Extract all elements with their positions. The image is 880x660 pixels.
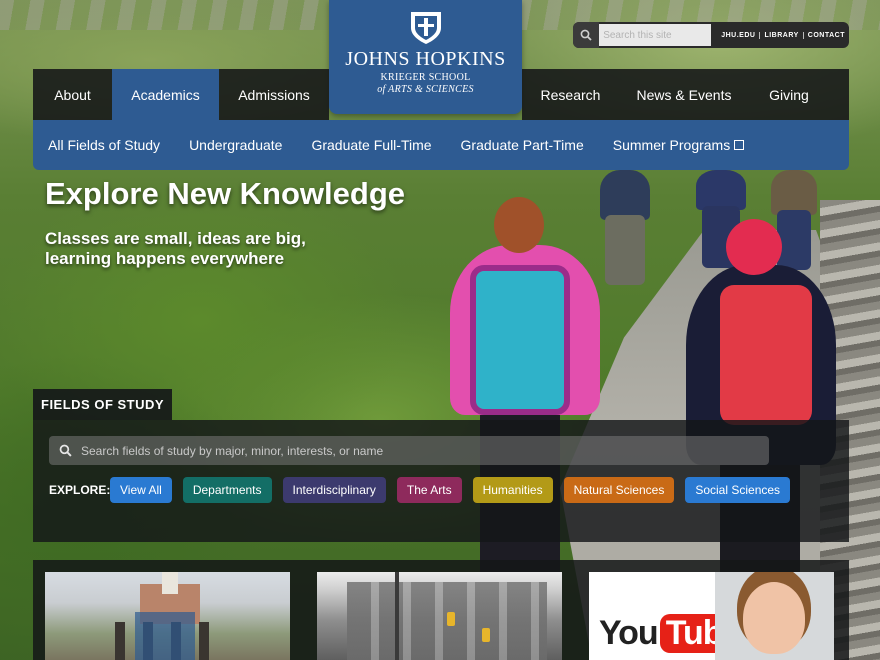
explore-label: EXPLORE: xyxy=(49,483,111,497)
site-search-input[interactable] xyxy=(599,24,712,46)
nav-item-research[interactable]: Research xyxy=(522,69,619,120)
subnav-item-graduate-full-time[interactable]: Graduate Full-Time xyxy=(311,137,431,153)
subnav-label: Undergraduate xyxy=(189,137,283,153)
feature-card-campus-video[interactable] xyxy=(45,572,290,660)
academics-subnav: All Fields of Study Undergraduate Gradua… xyxy=(33,120,849,170)
fields-search-input[interactable] xyxy=(81,437,769,464)
search-icon xyxy=(59,444,72,457)
university-name: JOHNS HOPKINS xyxy=(345,48,506,70)
external-link-icon xyxy=(734,140,745,150)
utility-bar: JHU.EDU LIBRARY CONTACT xyxy=(573,22,849,48)
site-search-button[interactable] xyxy=(573,22,600,48)
campus-tower xyxy=(162,572,178,594)
hero-title: Explore New Knowledge xyxy=(45,176,406,211)
nav-item-admissions[interactable]: Admissions xyxy=(219,69,329,120)
nav-item-about[interactable]: About xyxy=(33,69,112,120)
filter-natural-sciences[interactable]: Natural Sciences xyxy=(563,477,675,503)
filter-humanities[interactable]: Humanities xyxy=(472,477,553,503)
subnav-label: Summer Programs xyxy=(612,137,731,153)
link-library[interactable]: LIBRARY xyxy=(759,31,802,39)
subnav-item-summer-programs[interactable]: Summer Programs xyxy=(612,137,745,153)
subnav-label: Graduate Part-Time xyxy=(460,137,584,153)
fields-search-box xyxy=(49,436,769,465)
subnav-item-graduate-part-time[interactable]: Graduate Part-Time xyxy=(461,137,584,153)
subnav-label: All Fields of Study xyxy=(48,137,161,153)
feature-card-historic-street[interactable] xyxy=(317,572,562,660)
filter-social-sciences[interactable]: Social Sciences xyxy=(685,477,791,503)
link-jhu-edu[interactable]: JHU.EDU xyxy=(717,32,759,39)
nav-item-giving[interactable]: Giving xyxy=(749,69,829,120)
filter-the-arts[interactable]: The Arts xyxy=(396,477,462,503)
fields-of-study-heading: FIELDS OF STUDY xyxy=(33,389,173,420)
traffic-light-icon xyxy=(482,628,490,642)
filter-interdisciplinary[interactable]: Interdisciplinary xyxy=(282,477,386,503)
filter-departments[interactable]: Departments xyxy=(182,477,272,503)
hero-subtitle: Classes are small, ideas are big, learni… xyxy=(45,229,306,268)
subnav-item-all-fields[interactable]: All Fields of Study xyxy=(48,137,160,153)
nav-item-news-events[interactable]: News & Events xyxy=(619,69,749,120)
fields-search-button[interactable] xyxy=(49,444,81,457)
subnav-label: Graduate Full-Time xyxy=(311,137,432,153)
fields-of-study-panel: EXPLORE: View All Departments Interdisci… xyxy=(33,420,849,542)
traffic-light-icon xyxy=(447,612,455,626)
card-overlay xyxy=(135,612,195,660)
university-shield-icon xyxy=(411,12,441,44)
utility-links: JHU.EDU LIBRARY CONTACT xyxy=(717,31,849,39)
search-icon xyxy=(580,29,592,41)
filter-view-all[interactable]: View All xyxy=(110,477,172,503)
utility-pole xyxy=(395,572,399,660)
link-contact[interactable]: CONTACT xyxy=(802,31,849,39)
speaker-portrait xyxy=(715,572,834,660)
explore-filters: View All Departments Interdisciplinary T… xyxy=(110,477,801,503)
subnav-item-undergraduate[interactable]: Undergraduate xyxy=(189,137,282,153)
feature-card-youtube[interactable]: You Tube xyxy=(589,572,834,660)
main-navigation: About Academics Admissions Research News… xyxy=(33,69,849,120)
nav-item-academics[interactable]: Academics xyxy=(112,69,219,120)
